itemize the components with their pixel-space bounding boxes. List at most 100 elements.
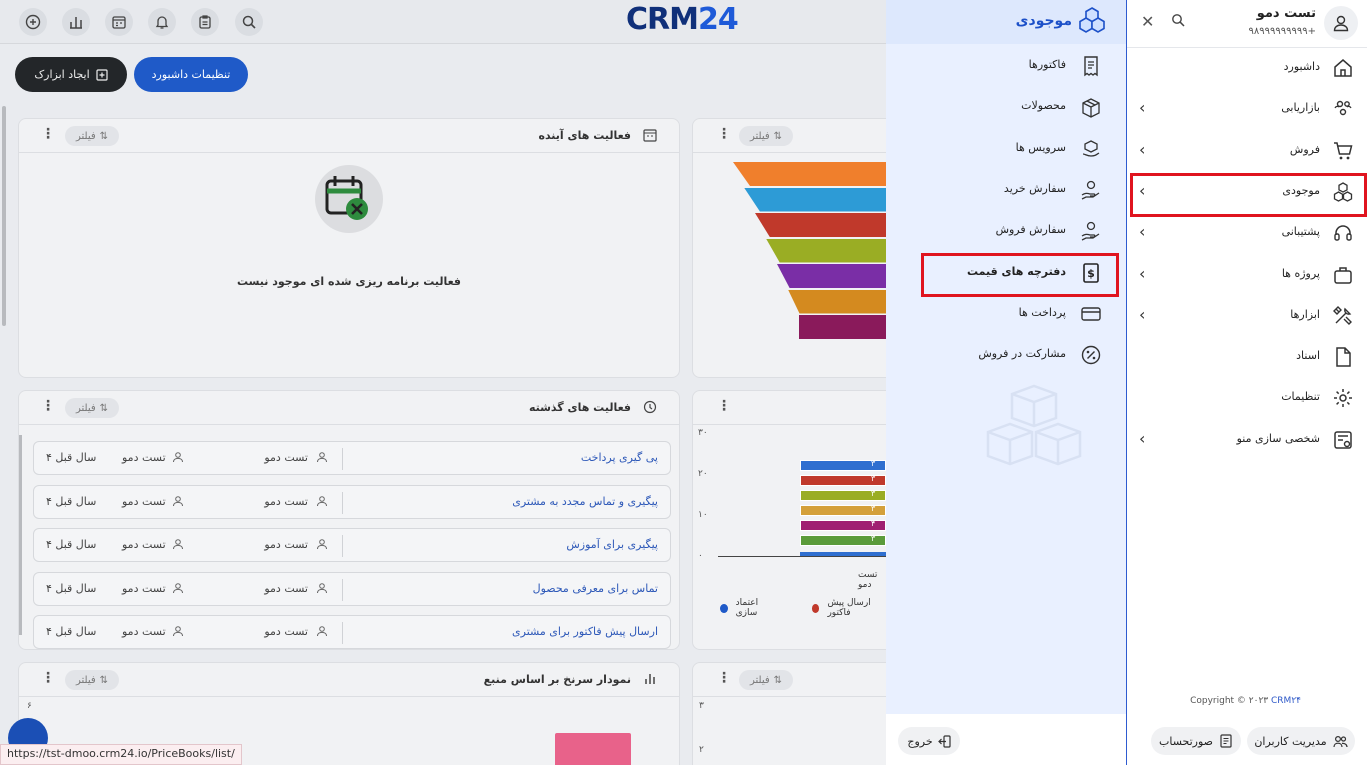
calendar-icon[interactable] <box>105 8 133 36</box>
user-management-button[interactable]: مدیریت کاربران <box>1247 727 1355 755</box>
clipboard-icon[interactable] <box>191 8 219 36</box>
user-icon <box>172 582 184 597</box>
menu-item[interactable]: پروژه ها ‹ <box>1127 255 1367 295</box>
user-icon <box>316 451 328 466</box>
filter-button[interactable]: فیلتر ⇅ <box>65 126 119 146</box>
axis-tick: ۲ <box>699 745 704 755</box>
submenu-item[interactable]: فاکتورها <box>886 46 1126 86</box>
table-row[interactable]: تماس برای معرفی محصول تست دمو تست دمو ۴ سال… <box>33 571 671 606</box>
status-bar-url: https://tst-dmoo.crm24.io/PriceBooks/lis… <box>0 744 242 765</box>
filter-button[interactable]: فیلتر ⇅ <box>739 126 793 146</box>
add-circle-icon[interactable] <box>19 8 47 36</box>
assignee-name: تست دمو <box>122 581 166 595</box>
user-icon <box>1333 15 1349 32</box>
menu-item[interactable]: بازاریابی ‹ <box>1127 89 1367 129</box>
kebab-menu-icon[interactable]: ⋮ <box>41 127 55 141</box>
submenu-item-label: سرویس ها <box>1015 140 1066 154</box>
filter-icon: ⇅ <box>99 674 109 686</box>
logout-button[interactable]: خروج <box>898 727 960 755</box>
menu-item-label: تنظیمات <box>1281 390 1320 404</box>
bottom-right-chart-card: ⋮ فیلتر ⇅ ۳ ۲ <box>692 662 886 765</box>
activity-title-link[interactable]: پیگیری و تماس مجدد به مشتری <box>512 495 658 508</box>
activity-title-link[interactable]: ارسال پیش فاکتور برای مشتری <box>512 625 658 638</box>
card-header: ⋮ فیلتر ⇅ فعالیت های آینده <box>19 119 679 153</box>
legend-label: ارسال پیش فاکتور <box>827 598 871 618</box>
chart-bar-segment: ۳ <box>800 459 886 471</box>
create-widget-button[interactable]: ایجاد ابزارک <box>15 57 127 92</box>
inventory-watermark-icon <box>984 384 1084 483</box>
search-icon[interactable] <box>1171 13 1185 30</box>
filter-button[interactable]: فیلتر ⇅ <box>65 398 119 418</box>
user-icon <box>316 625 328 640</box>
chart-bar-segment <box>800 552 886 556</box>
menu-item[interactable]: فروش ‹ <box>1127 131 1367 171</box>
filter-icon: ⇅ <box>773 130 783 142</box>
funnel-segment <box>788 289 886 314</box>
axis-tick: ۲۰ <box>698 469 708 479</box>
filter-button[interactable]: فیلتر ⇅ <box>739 670 793 690</box>
menu-item[interactable]: ابزارها ‹ <box>1127 296 1367 336</box>
row-divider <box>342 578 343 601</box>
menu-item[interactable]: شخصی سازی منو ‹ <box>1127 420 1367 460</box>
app-logo[interactable]: CRM24 <box>626 2 739 37</box>
activity-title-link[interactable]: پیگیری برای آموزش <box>566 538 658 551</box>
kebab-menu-icon[interactable]: ⋮ <box>41 399 55 413</box>
invoice-account-button[interactable]: صورتحساب <box>1151 727 1241 755</box>
owner-name: تست دمو <box>264 451 308 464</box>
menu-item-label: پشتیبانی <box>1281 225 1320 239</box>
kebab-menu-icon[interactable]: ⋮ <box>717 127 731 141</box>
submenu-item[interactable]: سفارش خرید <box>886 170 1126 210</box>
menu-item[interactable]: داشبورد <box>1127 48 1367 88</box>
submenu-item[interactable]: سفارش فروش <box>886 211 1126 251</box>
chevron-left-icon: ‹ <box>1139 263 1146 283</box>
invoice-icon <box>1220 734 1232 748</box>
user-icon <box>316 538 328 553</box>
funnel-segment <box>755 213 886 237</box>
menu-item[interactable]: پشتیبانی ‹ <box>1127 213 1367 253</box>
row-divider <box>342 622 343 644</box>
table-row[interactable]: پی گیری پرداخت تست دمو تست دمو ۴ سال قبل <box>33 441 671 475</box>
page-scrollbar[interactable] <box>2 106 6 326</box>
bar-chart-icon[interactable] <box>62 8 90 36</box>
activity-title-link[interactable]: پی گیری پرداخت <box>581 451 658 464</box>
kebab-menu-icon[interactable]: ⋮ <box>41 671 55 685</box>
submenu-item[interactable]: سرویس ها <box>886 129 1126 169</box>
filter-icon: ⇅ <box>99 130 109 142</box>
legend-dot <box>811 603 820 613</box>
submenu-item[interactable]: مشارکت در فروش <box>886 335 1126 375</box>
price-books-highlight <box>921 253 1119 297</box>
kebab-menu-icon[interactable]: ⋮ <box>717 671 731 685</box>
boxes-icon <box>1078 6 1106 37</box>
close-icon[interactable]: ✕ <box>1141 12 1154 31</box>
top-bar: CRM24 <box>0 0 886 44</box>
bell-icon[interactable] <box>148 8 176 36</box>
axis-tick: ۳ <box>699 701 704 711</box>
activity-assignee: تست دمو <box>122 451 184 466</box>
chevron-left-icon: ‹ <box>1139 304 1146 324</box>
empty-state-text: فعالیت برنامه ریزی شده ای موجود نیست <box>236 275 462 288</box>
search-icon[interactable] <box>235 8 263 36</box>
table-row[interactable]: پیگیری برای آموزش تست دمو تست دمو ۴ سال قبل <box>33 528 671 562</box>
assignee-name: تست دمو <box>122 625 166 638</box>
activity-owner: تست دمو <box>178 582 328 597</box>
submenu-item[interactable]: محصولات <box>886 87 1126 127</box>
kebab-menu-icon[interactable]: ⋮ <box>717 399 731 413</box>
submenu-item-label: سفارش فروش <box>995 223 1066 237</box>
scrollbar[interactable] <box>19 435 22 635</box>
menu-item[interactable]: تنظیمات <box>1127 378 1367 418</box>
table-row[interactable]: پیگیری و تماس مجدد به مشتری تست دمو تست دم… <box>33 484 671 519</box>
filter-button[interactable]: فیلتر ⇅ <box>65 670 119 690</box>
chart-data-label: ۳ <box>871 534 876 543</box>
chart-data-label: ۴ <box>871 519 876 528</box>
menu-item[interactable]: اسناد <box>1127 337 1367 377</box>
table-row[interactable]: ارسال پیش فاکتور برای مشتری تست دمو تست دم… <box>33 615 671 649</box>
avatar[interactable] <box>1324 6 1358 40</box>
activity-time-ago: ۴ سال قبل <box>46 625 97 638</box>
dashboard-settings-button[interactable]: تنظیمات داشبورد <box>134 57 248 92</box>
submenu-item[interactable]: پرداخت ها <box>886 294 1126 334</box>
activity-time-ago: ۴ سال قبل <box>46 581 97 595</box>
menu-item-label: فروش <box>1289 142 1320 156</box>
user-name: تست دمو <box>1256 6 1316 21</box>
funnel-segment <box>799 315 886 339</box>
activity-title-link[interactable]: تماس برای معرفی محصول <box>533 582 658 595</box>
